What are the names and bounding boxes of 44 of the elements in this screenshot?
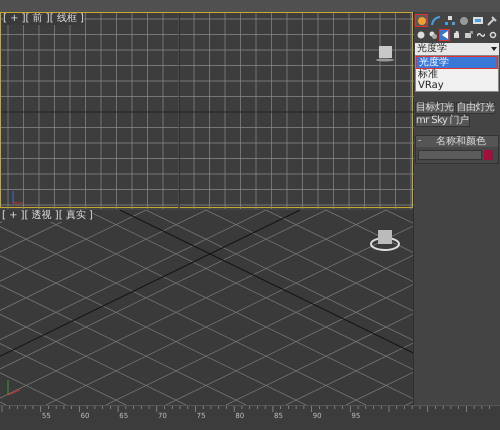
category-button[interactable] [488,29,499,41]
arc-icon [430,16,441,26]
category-button[interactable] [427,29,438,41]
viewport-label[interactable]: [ + ][ 透视 ][ 真实 ] [2,210,93,222]
dropdown-option[interactable]: VRay [416,80,498,91]
hammer-icon [487,16,498,26]
viewport[interactable]: [ + ][ 透视 ][ 真实 ] [0,210,413,405]
sun-icon [416,16,426,26]
viewport[interactable]: [ + ][ 前 ][ 线框 ] [0,12,413,208]
wave-icon [477,31,486,39]
command-tab[interactable] [458,14,471,27]
dropdown-value: 光度学 [417,44,447,54]
command-tab[interactable] [415,14,428,27]
command-tab[interactable] [443,14,456,27]
monitor-icon [473,16,484,26]
helper-icon [465,31,474,39]
sphere-icon [416,31,424,39]
rollout-toggle[interactable]: - [418,137,426,146]
dropdown-option[interactable]: 光度学 [416,56,498,69]
axis-icon [12,190,24,204]
category-button[interactable] [415,29,426,41]
light-type-dropdown[interactable]: 光度学 [415,43,499,55]
name-field[interactable] [418,150,482,160]
category-button[interactable] [439,29,450,41]
command-tab[interactable] [472,14,485,27]
circle-icon [459,16,470,26]
object-type-button[interactable]: mr Sky 门户 [415,115,470,127]
command-tab[interactable] [486,14,499,27]
dropdown-option[interactable]: 标准 [416,69,498,80]
shapes-icon [428,31,437,39]
color-swatch[interactable] [484,150,493,160]
category-button[interactable] [464,29,475,41]
view-cube-icon [376,46,394,62]
axis-icon [8,380,20,396]
view-cube-icon [370,230,400,251]
hierarchy-icon [444,16,455,26]
command-tab[interactable] [429,14,442,27]
rollout-title: 名称和颜色 [435,136,487,146]
caret-icon [491,47,497,51]
object-type-button[interactable]: 自由灯光 [456,102,496,114]
viewport-label[interactable]: [ + ][ 前 ][ 线框 ] [3,13,84,25]
light-icon [440,31,449,39]
object-type-button[interactable]: 目标灯光 [415,102,455,114]
rollout-header[interactable]: - 名称和颜色 [416,136,498,147]
